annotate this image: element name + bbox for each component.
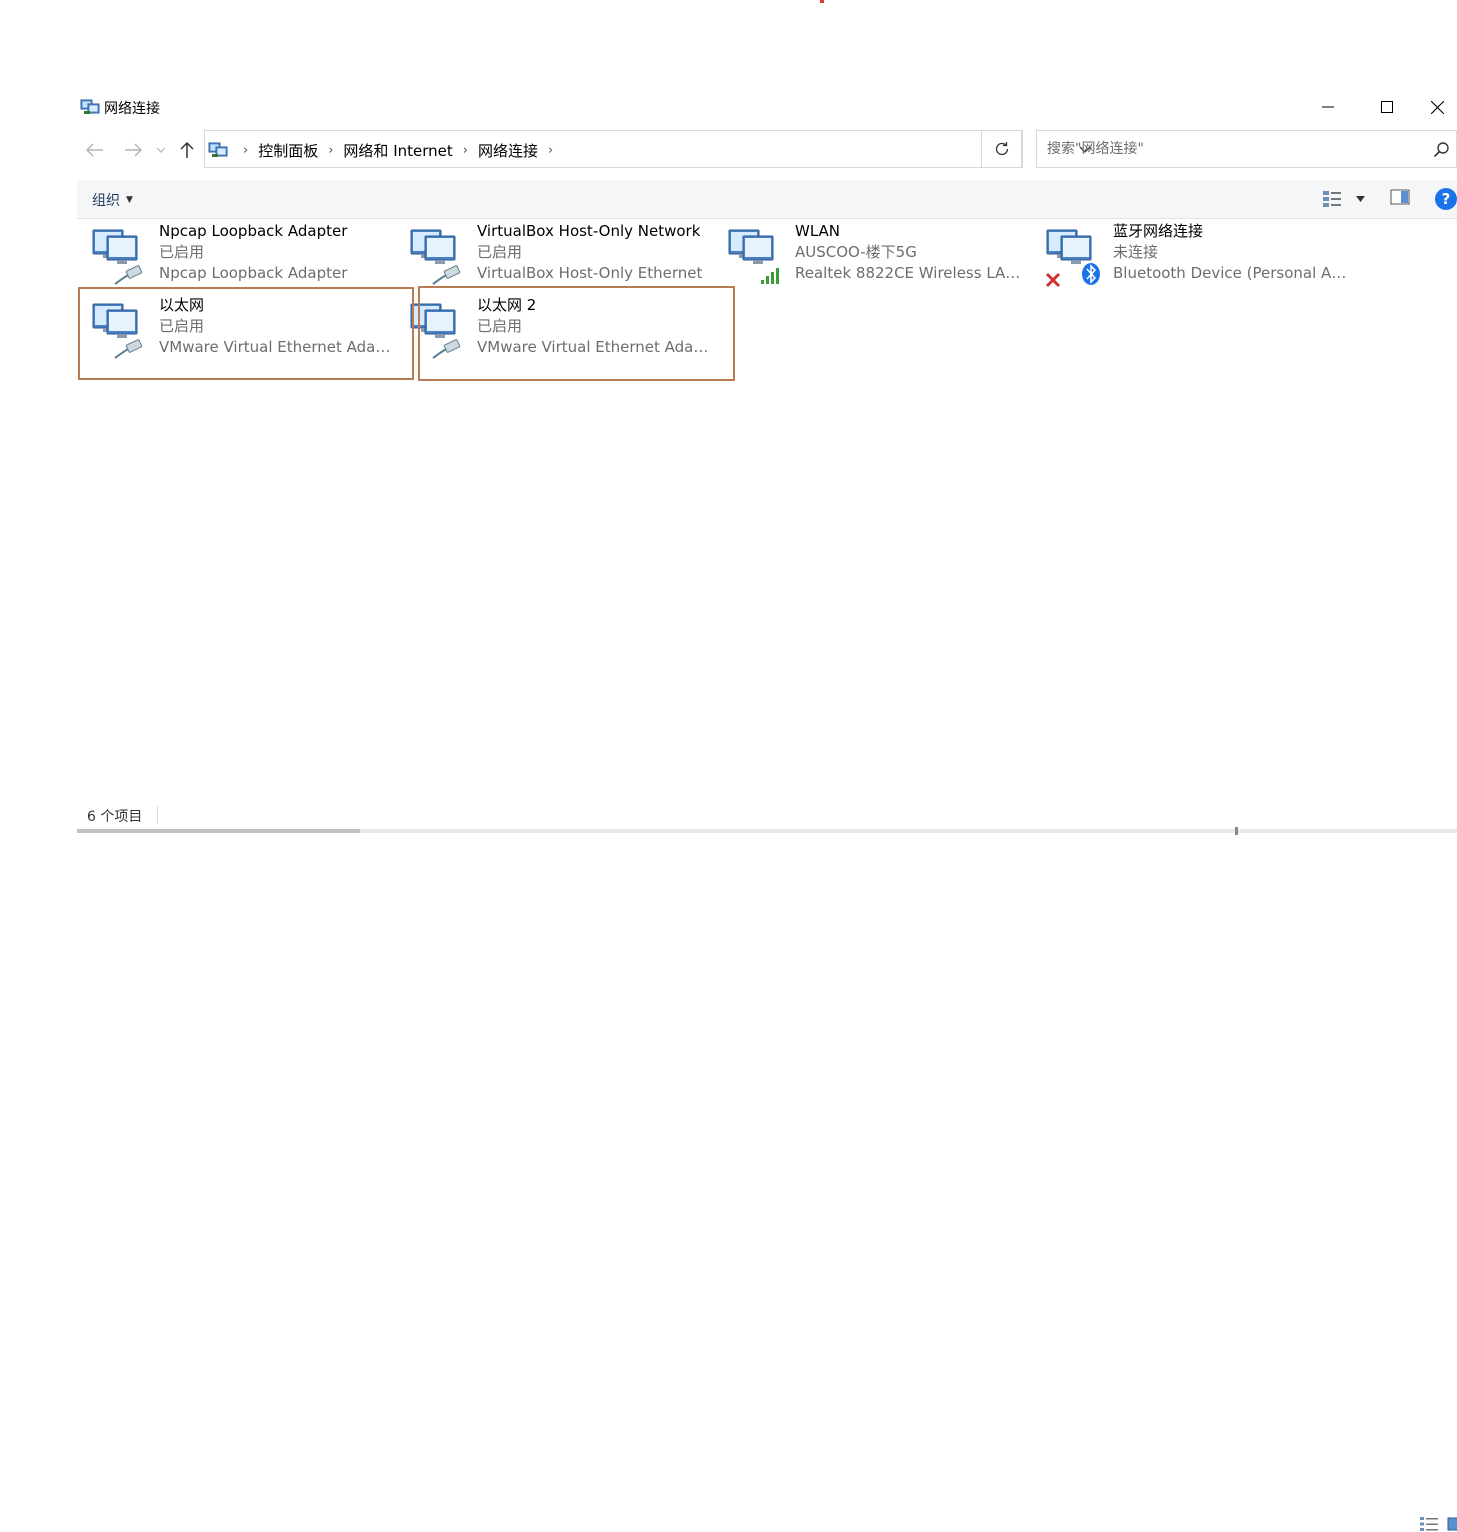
bluetooth-icon (1082, 263, 1100, 285)
navigation-bar: › 控制面板 › 网络和 Internet › 网络连接 › (77, 130, 1457, 170)
breadcrumb-item-network-connections[interactable]: 网络连接 (478, 140, 538, 161)
preview-pane-button[interactable] (1390, 188, 1412, 210)
signal-bars-icon (761, 268, 779, 284)
maximize-button[interactable] (1358, 90, 1416, 124)
wireless-network-icon (728, 229, 779, 284)
scrollbar-thumb[interactable] (77, 829, 360, 833)
help-icon: ? (1441, 190, 1451, 208)
connection-text: WLAN AUSCOO-楼下5G Realtek 8822CE Wireless… (795, 221, 1029, 284)
connection-status: 已启用 (159, 243, 205, 261)
command-bar: 组织 ▼ ? (77, 180, 1457, 219)
status-divider (157, 806, 158, 824)
network-connections-window: 网络连接 › 控制面板 › 网络和 Internet › 网络连接 › 搜索"网… (77, 90, 1457, 1531)
chevron-right-icon[interactable]: › (328, 143, 333, 158)
status-bar: 6 个项目 (77, 800, 1457, 1531)
organize-label: 组织 (92, 193, 120, 209)
connection-device: Bluetooth Device (Personal Ar... (1113, 264, 1347, 282)
connection-text: VirtualBox Host-Only Network 已启用 Virtual… (477, 221, 711, 284)
connection-text: 蓝牙网络连接 未连接 Bluetooth Device (Personal Ar… (1113, 221, 1347, 284)
arrow-up-icon (180, 141, 194, 158)
breadcrumb: › 控制面板 › 网络和 Internet › 网络连接 › (233, 131, 563, 169)
scrollbar-marker (1235, 827, 1238, 835)
connection-item[interactable]: 蓝牙网络连接 未连接 Bluetooth Device (Personal Ar… (1031, 218, 1349, 292)
window-title: 网络连接 (104, 101, 160, 117)
wired-network-icon (410, 229, 461, 285)
network-cable-icon (114, 265, 143, 285)
connection-status: 已启用 (477, 243, 523, 261)
close-icon (1430, 100, 1444, 114)
red-mark (820, 0, 824, 3)
up-button[interactable] (175, 138, 199, 162)
arrow-right-icon (125, 143, 142, 157)
bluetooth-network-icon (1045, 229, 1100, 288)
connection-name: VirtualBox Host-Only Network (477, 222, 701, 240)
connection-device: VirtualBox Host-Only Ethernet (477, 264, 703, 282)
breadcrumb-item-network-internet[interactable]: 网络和 Internet (343, 140, 452, 161)
connections-list: Npcap Loopback Adapter 已启用 Npcap Loopbac… (77, 218, 1457, 798)
view-options-icon (1323, 191, 1341, 207)
connection-item[interactable]: WLAN AUSCOO-楼下5G Realtek 8822CE Wireless… (713, 218, 1031, 292)
connection-device: Realtek 8822CE Wireless LAN ... (795, 264, 1029, 282)
close-button[interactable] (1417, 90, 1457, 124)
refresh-button[interactable] (981, 130, 1023, 168)
chevron-down-icon (156, 147, 166, 153)
search-box[interactable] (1036, 130, 1457, 168)
help-button[interactable]: ? (1435, 188, 1457, 210)
connection-text: Npcap Loopback Adapter 已启用 Npcap Loopbac… (159, 221, 393, 284)
wired-network-icon (92, 229, 143, 285)
minimize-icon (1322, 106, 1334, 108)
refresh-icon (995, 142, 1009, 156)
highlight-box (418, 286, 735, 381)
highlight-box (78, 287, 414, 380)
search-icon[interactable] (1433, 141, 1451, 159)
connection-status: AUSCOO-楼下5G (795, 243, 917, 261)
recent-locations-button[interactable] (151, 138, 171, 162)
change-view-button[interactable] (1322, 188, 1372, 210)
item-count: 6 个项目 (87, 809, 143, 825)
connection-device: Npcap Loopback Adapter (159, 264, 348, 282)
maximize-icon (1381, 101, 1393, 113)
title-bar: 网络连接 (77, 90, 1457, 124)
connection-name: WLAN (795, 222, 841, 240)
chevron-right-icon[interactable]: › (463, 143, 468, 158)
connection-item[interactable]: Npcap Loopback Adapter 已启用 Npcap Loopbac… (77, 218, 395, 292)
caret-down-icon (1356, 196, 1365, 202)
disconnected-x-icon (1045, 272, 1061, 288)
network-connections-icon (80, 99, 100, 114)
address-bar[interactable]: › 控制面板 › 网络和 Internet › 网络连接 › (204, 130, 1091, 169)
connection-status: 未连接 (1113, 243, 1159, 261)
caret-down-icon: ▼ (126, 195, 133, 205)
preview-pane-icon (1390, 189, 1410, 205)
connection-name: 蓝牙网络连接 (1113, 222, 1204, 240)
back-button[interactable] (83, 138, 107, 162)
search-input[interactable] (1045, 140, 1429, 158)
connection-name: Npcap Loopback Adapter (159, 222, 348, 240)
network-cable-icon (432, 265, 461, 285)
chevron-right-icon[interactable]: › (548, 143, 553, 158)
arrow-left-icon (86, 143, 103, 157)
connection-item[interactable]: VirtualBox Host-Only Network 已启用 Virtual… (395, 218, 713, 292)
minimize-button[interactable] (1299, 90, 1357, 124)
large-icons-view-icon[interactable] (1447, 1516, 1457, 1532)
details-view-icon[interactable] (1419, 1516, 1439, 1532)
organize-button[interactable]: 组织 ▼ (92, 190, 133, 210)
forward-button[interactable] (121, 138, 145, 162)
network-connections-icon (208, 142, 228, 157)
breadcrumb-item-control-panel[interactable]: 控制面板 (258, 140, 318, 161)
chevron-right-icon[interactable]: › (243, 143, 248, 158)
